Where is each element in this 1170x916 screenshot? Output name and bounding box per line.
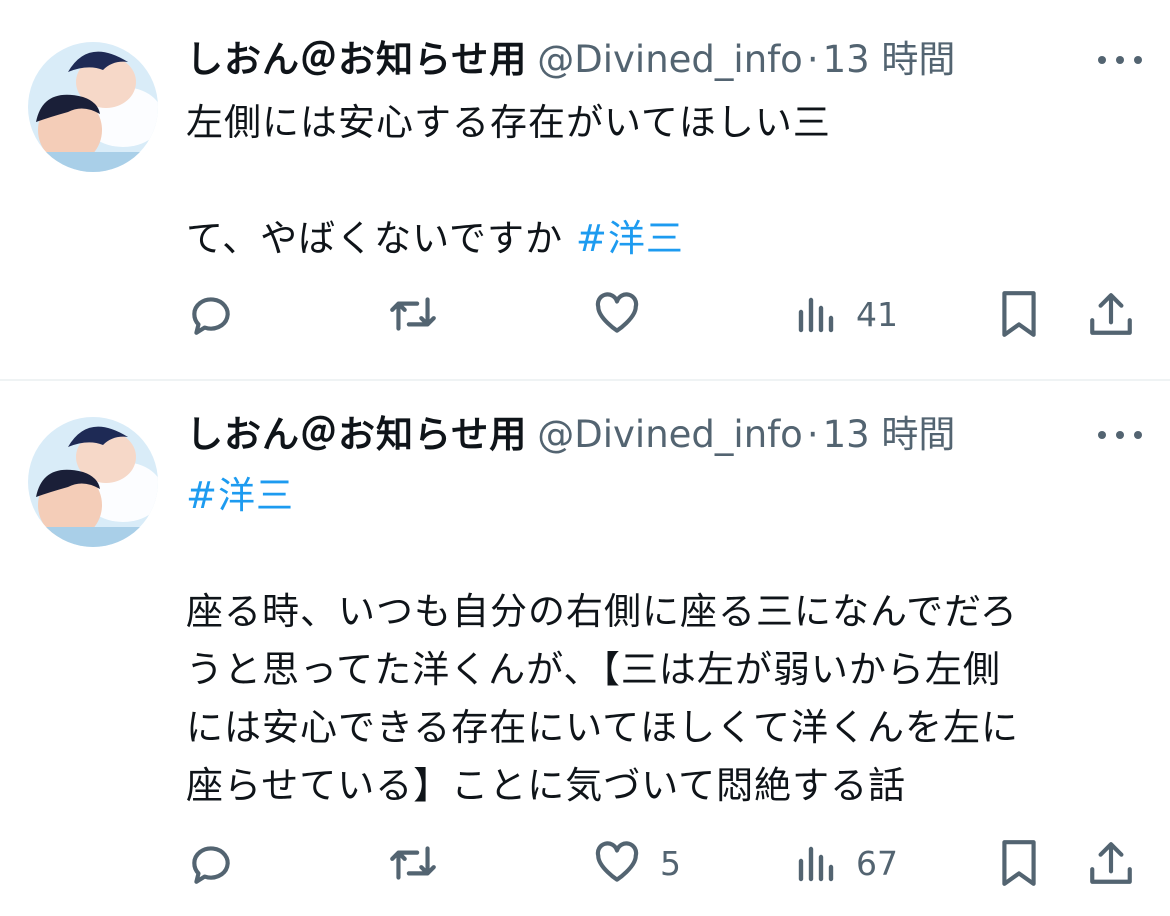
- tweet[interactable]: しおん＠お知らせ用 @Divined_info · 13 時間 左側には安心する存在が…: [0, 0, 1170, 380]
- share-upload-icon: [1090, 842, 1132, 884]
- views-count: 67: [856, 843, 898, 883]
- share-button[interactable]: [1086, 284, 1136, 344]
- bookmark-icon: [1002, 291, 1036, 337]
- tweet-line: [186, 152, 1126, 210]
- reply-button[interactable]: [186, 833, 254, 893]
- user-handle[interactable]: @Divined_info: [537, 38, 803, 81]
- tweet-line: て、やばくないですか #洋三: [186, 217, 684, 260]
- tweet-line: [186, 525, 1126, 583]
- heart-icon: [595, 841, 639, 882]
- tweet-line: うと思ってた洋くんが、【三は左が弱いから左側: [186, 648, 1001, 691]
- timestamp[interactable]: 13 時間: [823, 413, 956, 456]
- tweet-line: 座る時、いつも自分の右側に座る三になんでだろ: [186, 590, 1018, 633]
- separator-dot: ·: [806, 38, 819, 81]
- tweet-line: 左側には安心する存在がいてほしい三: [186, 101, 831, 144]
- display-name[interactable]: しおん＠お知らせ用: [186, 413, 527, 456]
- bookmark-button[interactable]: [996, 284, 1042, 344]
- like-button[interactable]: 5: [592, 833, 681, 893]
- action-bar: 41: [0, 284, 1170, 344]
- user-handle[interactable]: @Divined_info: [537, 413, 803, 456]
- more-options-icon[interactable]: [1098, 429, 1142, 441]
- share-button[interactable]: [1086, 833, 1136, 893]
- views-count: 41: [856, 294, 898, 334]
- tweet-line: #洋三: [186, 467, 1126, 525]
- tweet-text: #洋三 座る時、いつも自分の右側に座る三になんでだろ うと思ってた洋くんが、【三…: [186, 467, 1126, 815]
- like-count: 5: [660, 843, 681, 883]
- hashtag-link[interactable]: #洋三: [186, 474, 294, 517]
- heart-icon: [595, 292, 639, 333]
- avatar-illustration: [28, 417, 158, 547]
- timestamp[interactable]: 13 時間: [823, 38, 956, 81]
- tweet-header: しおん＠お知らせ用 @Divined_info · 13 時間: [186, 407, 1066, 463]
- hashtag-link[interactable]: #洋三: [576, 217, 684, 260]
- views-button[interactable]: 67: [796, 833, 898, 893]
- display-name[interactable]: しおん＠お知らせ用: [186, 38, 527, 81]
- avatar-illustration: [28, 42, 158, 172]
- like-button[interactable]: [592, 284, 660, 344]
- speech-bubble-icon: [192, 297, 230, 335]
- reply-button[interactable]: [186, 284, 254, 344]
- retweet-arrows-icon: [390, 297, 436, 331]
- tweet-line: 座らせている】ことに気づいて悶絶する話: [186, 764, 907, 807]
- bar-chart-icon: [798, 846, 834, 882]
- retweet-button[interactable]: [386, 284, 458, 344]
- tweet-text: 左側には安心する存在がいてほしい三 て、やばくないですか #洋三: [186, 94, 1126, 268]
- retweet-button[interactable]: [386, 833, 458, 893]
- share-upload-icon: [1090, 293, 1132, 335]
- more-options-icon[interactable]: [1098, 54, 1142, 66]
- separator-dot: ·: [806, 413, 819, 456]
- bookmark-icon: [1002, 840, 1036, 886]
- bar-chart-icon: [798, 297, 834, 333]
- bookmark-button[interactable]: [996, 833, 1042, 893]
- avatar[interactable]: [28, 417, 158, 547]
- avatar[interactable]: [28, 42, 158, 172]
- views-button[interactable]: 41: [796, 284, 898, 344]
- action-bar: 5 67: [0, 833, 1170, 893]
- speech-bubble-icon: [192, 846, 230, 884]
- tweet-line: には安心できる存在にいてほしくて洋くんを左に: [186, 706, 1020, 749]
- retweet-arrows-icon: [390, 846, 436, 880]
- tweet-header: しおん＠お知らせ用 @Divined_info · 13 時間: [186, 32, 1066, 88]
- tweet[interactable]: しおん＠お知らせ用 @Divined_info · 13 時間 #洋三 座る時、いつも…: [0, 381, 1170, 916]
